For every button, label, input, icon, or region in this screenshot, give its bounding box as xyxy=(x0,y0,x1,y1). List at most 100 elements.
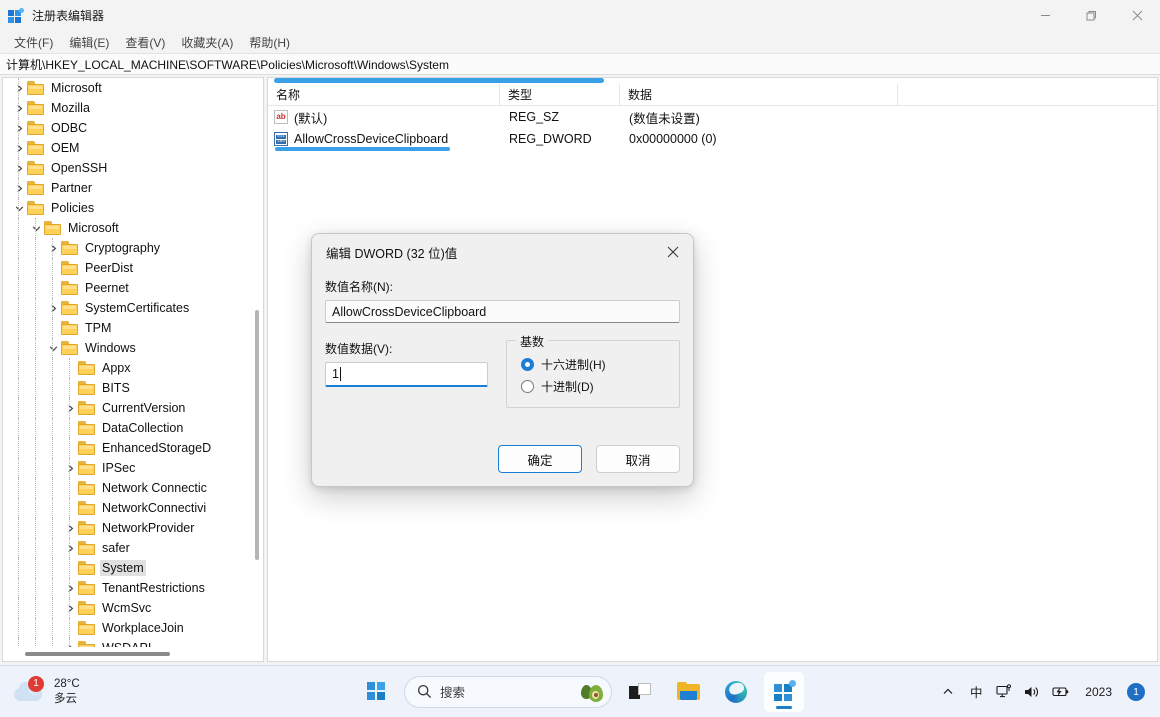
dialog-close-button[interactable] xyxy=(653,235,693,269)
radio-decimal-indicator[interactable] xyxy=(521,379,534,393)
registry-tree-pane: Microsoft Mozilla ODBC OEM OpenSSH Partner Pol… xyxy=(2,77,264,662)
chevron-right-icon[interactable] xyxy=(45,240,61,256)
start-button[interactable] xyxy=(356,672,396,712)
tree-item-tenantrestrictions[interactable]: TenantRestrictions xyxy=(3,578,263,598)
radio-hexadecimal[interactable]: 十六进制(H) xyxy=(521,353,679,375)
tree-item-wcmsvc[interactable]: WcmSvc xyxy=(3,598,263,618)
tree-item-systemcertificates[interactable]: SystemCertificates xyxy=(3,298,263,318)
weather-widget[interactable]: 1 28°C 多云 xyxy=(12,675,80,706)
restore-button[interactable] xyxy=(1068,0,1114,31)
chevron-right-icon[interactable] xyxy=(11,180,27,196)
search-input[interactable]: 搜索 xyxy=(404,675,612,708)
tree-item-enhancedstoraged[interactable]: EnhancedStorageD xyxy=(3,438,263,458)
address-bar[interactable]: 计算机\HKEY_LOCAL_MACHINE\SOFTWARE\Policies… xyxy=(0,53,1160,75)
taskbar-item-registry-editor[interactable] xyxy=(764,671,804,712)
avocado-icon[interactable] xyxy=(581,682,603,702)
tree-item-peerdist[interactable]: PeerDist xyxy=(3,258,263,278)
column-header-data[interactable]: 数据 xyxy=(620,83,898,106)
registry-tree: Microsoft Mozilla ODBC OEM OpenSSH Partner Pol… xyxy=(3,78,263,647)
chevron-up-icon[interactable] xyxy=(935,675,961,709)
value-name-text: (默认) xyxy=(294,111,328,126)
list-horizontal-scroll-thumb[interactable] xyxy=(274,78,604,83)
value-name-input[interactable]: AllowCrossDeviceClipboard xyxy=(325,300,680,323)
tree-item-odbc[interactable]: ODBC xyxy=(3,118,263,138)
chevron-right-icon[interactable] xyxy=(11,160,27,176)
chevron-right-icon[interactable] xyxy=(62,640,78,647)
column-header-type[interactable]: 类型 xyxy=(500,83,620,106)
chevron-right-icon[interactable] xyxy=(62,600,78,616)
tree-item-tpm[interactable]: TPM xyxy=(3,318,263,338)
tree-item-partner[interactable]: Partner xyxy=(3,178,263,198)
menu-view[interactable]: 查看(V) xyxy=(117,32,173,53)
taskbar-item-task-view[interactable] xyxy=(620,672,660,712)
notification-badge: 1 xyxy=(1127,682,1145,701)
tree-item-networkprovider[interactable]: NetworkProvider xyxy=(3,518,263,538)
folder-icon xyxy=(78,481,95,495)
tree-item-microsoft[interactable]: Microsoft xyxy=(3,78,263,98)
tree-item-mozilla[interactable]: Mozilla xyxy=(3,98,263,118)
chevron-right-icon[interactable] xyxy=(62,400,78,416)
tree-item-datacollection[interactable]: DataCollection xyxy=(3,418,263,438)
radio-hexadecimal-indicator[interactable] xyxy=(521,357,534,371)
tree-item-workplacejoin[interactable]: WorkplaceJoin xyxy=(3,618,263,638)
tree-item-wsdapi[interactable]: WSDAPI xyxy=(3,638,263,647)
tree-horizontal-scroll-thumb[interactable] xyxy=(25,652,170,656)
list-horizontal-scrollbar[interactable] xyxy=(268,78,1157,84)
tree-item-ipsec[interactable]: IPSec xyxy=(3,458,263,478)
cancel-button[interactable]: 取消 xyxy=(596,445,680,473)
clock[interactable]: 2023 xyxy=(1077,685,1120,699)
folder-icon xyxy=(27,141,44,155)
tree-item-network-connectic[interactable]: Network Connectic xyxy=(3,478,263,498)
tree-item-label: NetworkProvider xyxy=(102,521,195,535)
tree-vertical-scroll-thumb[interactable] xyxy=(255,310,259,560)
column-header-name[interactable]: 名称 xyxy=(268,83,500,106)
chevron-right-icon[interactable] xyxy=(62,520,78,536)
close-button[interactable] xyxy=(1114,0,1160,31)
chevron-right-icon[interactable] xyxy=(11,140,27,156)
tree-item-oem[interactable]: OEM xyxy=(3,138,263,158)
tree-item-peernet[interactable]: Peernet xyxy=(3,278,263,298)
notification-center-button[interactable]: 1 xyxy=(1122,675,1150,709)
taskbar-item-file-explorer[interactable] xyxy=(668,672,708,712)
battery-icon[interactable] xyxy=(1047,675,1075,709)
minimize-button[interactable] xyxy=(1022,0,1068,31)
chevron-down-icon[interactable] xyxy=(28,220,44,236)
tree-item-microsoft[interactable]: Microsoft xyxy=(3,218,263,238)
tree-vertical-scrollbar[interactable] xyxy=(252,82,261,627)
tree-item-policies[interactable]: Policies xyxy=(3,198,263,218)
chevron-right-icon[interactable] xyxy=(62,540,78,556)
chevron-right-icon[interactable] xyxy=(45,300,61,316)
network-icon[interactable] xyxy=(991,675,1017,709)
tree-item-system[interactable]: System xyxy=(3,558,263,578)
registry-value-row[interactable]: 011 100 AllowCrossDeviceClipboard REG_DWORD… xyxy=(268,128,1157,151)
tree-item-appx[interactable]: Appx xyxy=(3,358,263,378)
value-data-input[interactable]: 1 xyxy=(325,362,488,387)
tree-item-label: IPSec xyxy=(102,461,136,475)
volume-icon[interactable] xyxy=(1019,675,1045,709)
taskbar-item-edge[interactable] xyxy=(716,672,756,712)
menu-help[interactable]: 帮助(H) xyxy=(241,32,298,53)
chevron-down-icon[interactable] xyxy=(11,200,27,216)
value-data-text: 1 xyxy=(332,367,339,381)
tree-horizontal-scrollbar[interactable] xyxy=(3,647,263,661)
tree-item-cryptography[interactable]: Cryptography xyxy=(3,238,263,258)
chevron-right-icon[interactable] xyxy=(11,120,27,136)
chevron-right-icon[interactable] xyxy=(62,460,78,476)
tree-item-openssh[interactable]: OpenSSH xyxy=(3,158,263,178)
chevron-down-icon[interactable] xyxy=(45,340,61,356)
tree-item-networkconnectivi[interactable]: NetworkConnectivi xyxy=(3,498,263,518)
radio-decimal[interactable]: 十进制(D) xyxy=(521,375,679,397)
ime-indicator[interactable]: 中 xyxy=(963,675,989,709)
tree-item-windows[interactable]: Windows xyxy=(3,338,263,358)
ok-button[interactable]: 确定 xyxy=(498,445,582,473)
tree-item-safer[interactable]: safer xyxy=(3,538,263,558)
registry-value-row[interactable]: ab (默认) REG_SZ (数值未设置) xyxy=(268,106,1157,128)
chevron-right-icon[interactable] xyxy=(11,80,27,96)
tree-item-currentversion[interactable]: CurrentVersion xyxy=(3,398,263,418)
chevron-right-icon[interactable] xyxy=(11,100,27,116)
tree-item-bits[interactable]: BITS xyxy=(3,378,263,398)
menu-favorites[interactable]: 收藏夹(A) xyxy=(173,32,241,53)
menu-edit[interactable]: 编辑(E) xyxy=(61,32,117,53)
menu-file[interactable]: 文件(F) xyxy=(6,32,61,53)
chevron-right-icon[interactable] xyxy=(62,580,78,596)
